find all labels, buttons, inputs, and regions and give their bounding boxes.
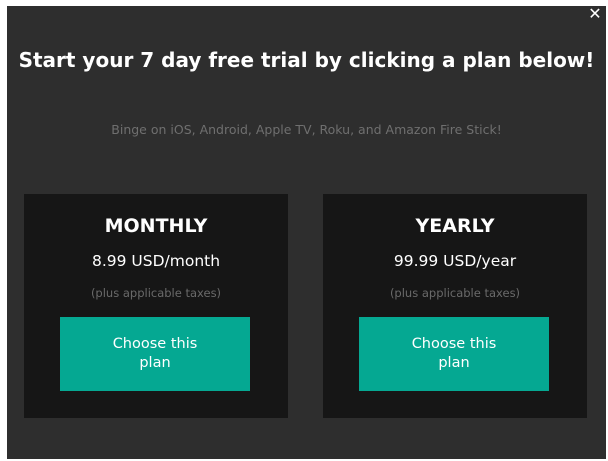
plan-card-yearly: YEARLY 99.99 USD/year (plus applicable t… bbox=[323, 194, 587, 418]
plan-card-monthly: MONTHLY 8.99 USD/month (plus applicable … bbox=[24, 194, 288, 418]
close-icon[interactable]: ✕ bbox=[588, 6, 602, 24]
plan-name: MONTHLY bbox=[104, 215, 208, 237]
modal-headline: Start your 7 day free trial by clicking … bbox=[18, 48, 595, 72]
plan-tax-note: (plus applicable taxes) bbox=[389, 286, 521, 300]
plan-price: 99.99 USD/year bbox=[393, 252, 517, 270]
choose-monthly-plan-button[interactable]: Choose this plan bbox=[60, 317, 250, 391]
choose-yearly-plan-button[interactable]: Choose this plan bbox=[359, 317, 549, 391]
trial-modal: ✕ Start your 7 day free trial by clickin… bbox=[7, 6, 606, 459]
modal-subline: Binge on iOS, Android, Apple TV, Roku, a… bbox=[111, 122, 502, 137]
plan-tax-note: (plus applicable taxes) bbox=[90, 286, 222, 300]
choose-button-label: Choose this plan bbox=[112, 336, 198, 371]
plan-name: YEARLY bbox=[415, 215, 495, 237]
plan-price: 8.99 USD/month bbox=[91, 252, 221, 270]
choose-button-label: Choose this plan bbox=[411, 336, 497, 371]
